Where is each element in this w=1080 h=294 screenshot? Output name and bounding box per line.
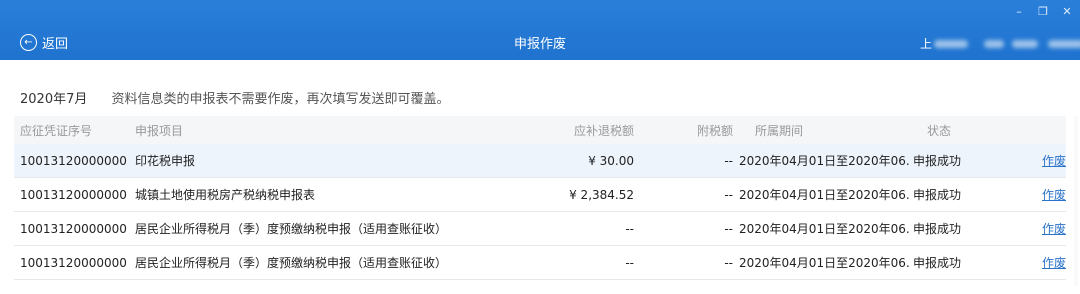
- minimize-icon[interactable]: –: [1012, 4, 1026, 18]
- cell-period: 2020年04月01日至2020年06...: [739, 154, 909, 168]
- cell-item: 城镇土地使用税房产税纳税申报表: [135, 188, 316, 202]
- cell-amount: ¥ 30.00: [588, 153, 634, 168]
- user-name: 上: [920, 37, 933, 51]
- cell-surtax: --: [724, 153, 733, 168]
- period-line: 2020年7月 资料信息类的申报表不需要作废，再次填写发送即可覆盖。: [20, 88, 450, 107]
- window-title: 申报作废: [513, 37, 566, 52]
- title-bar: – ❐ ✕ ← 返回 申报作废 上: [0, 0, 1080, 60]
- void-link[interactable]: 作废: [1042, 188, 1066, 202]
- void-link[interactable]: 作废: [1042, 154, 1066, 168]
- table-header: 应征凭证序号 申报项目 应补退税额 附税额 所属期间 状态: [14, 116, 1066, 144]
- table-row[interactable]: 10013120000000... 居民企业所得税月（季）度预缴纳税申报（适用查…: [14, 212, 1066, 246]
- header-surtax: 附税额: [696, 123, 733, 138]
- user-name-redacted: [984, 39, 1005, 48]
- user-info: 上: [920, 35, 1080, 52]
- window-controls: – ❐ ✕: [1012, 4, 1074, 18]
- cell-status: 申报成功: [913, 154, 962, 168]
- restore-icon[interactable]: ❐: [1036, 4, 1050, 18]
- header-period: 所属期间: [755, 123, 804, 138]
- cell-voucher-no: 10013120000000...: [20, 187, 127, 202]
- cell-surtax: --: [724, 187, 733, 202]
- close-icon[interactable]: ✕: [1060, 4, 1074, 18]
- header-voucher-no: 应征凭证序号: [20, 123, 93, 138]
- cell-status: 申报成功: [913, 222, 962, 236]
- cell-voucher-no: 10013120000000...: [20, 153, 127, 168]
- cell-amount: --: [625, 221, 634, 236]
- header-item: 申报项目: [135, 123, 184, 138]
- cell-item: 居民企业所得税月（季）度预缴纳税申报（适用查账征收）: [135, 256, 448, 270]
- void-link[interactable]: 作废: [1042, 222, 1066, 236]
- cell-item: 印花税申报: [135, 154, 196, 168]
- table-row[interactable]: 10013120000000... 城镇土地使用税房产税纳税申报表 ¥ 2,38…: [14, 178, 1066, 212]
- void-link[interactable]: 作废: [1042, 256, 1066, 270]
- cell-item: 居民企业所得税月（季）度预缴纳税申报（适用查账征收）: [135, 222, 448, 236]
- cell-voucher-no: 10013120000000...: [20, 221, 127, 236]
- user-name-redacted: [1048, 39, 1080, 48]
- table-row[interactable]: 10013120000000... 居民企业所得税月（季）度预缴纳税申报（适用查…: [14, 246, 1066, 280]
- scrollbar[interactable]: [1074, 116, 1078, 286]
- cell-amount: --: [625, 255, 634, 270]
- cell-period: 2020年04月01日至2020年06...: [739, 222, 909, 236]
- header-status: 状态: [927, 123, 952, 138]
- declaration-table: 应征凭证序号 申报项目 应补退税额 附税额 所属期间 状态 1001312000…: [14, 116, 1066, 280]
- cell-surtax: --: [724, 221, 733, 236]
- user-name-redacted: [934, 39, 969, 48]
- period-tip: 资料信息类的申报表不需要作废，再次填写发送即可覆盖。: [111, 92, 450, 107]
- cell-status: 申报成功: [913, 256, 962, 270]
- user-name-redacted: [1012, 39, 1039, 48]
- cell-voucher-no: 10013120000000...: [20, 255, 127, 270]
- period-month: 2020年7月: [20, 92, 88, 107]
- cell-amount: ¥ 2,384.52: [569, 187, 634, 202]
- header-amount: 应补退税额: [573, 123, 634, 138]
- cell-period: 2020年04月01日至2020年06...: [739, 256, 909, 270]
- table-row[interactable]: 10013120000000... 印花税申报 ¥ 30.00 -- 2020年…: [14, 144, 1066, 178]
- cell-period: 2020年04月01日至2020年06...: [739, 188, 909, 202]
- cell-surtax: --: [724, 255, 733, 270]
- cell-status: 申报成功: [913, 188, 962, 202]
